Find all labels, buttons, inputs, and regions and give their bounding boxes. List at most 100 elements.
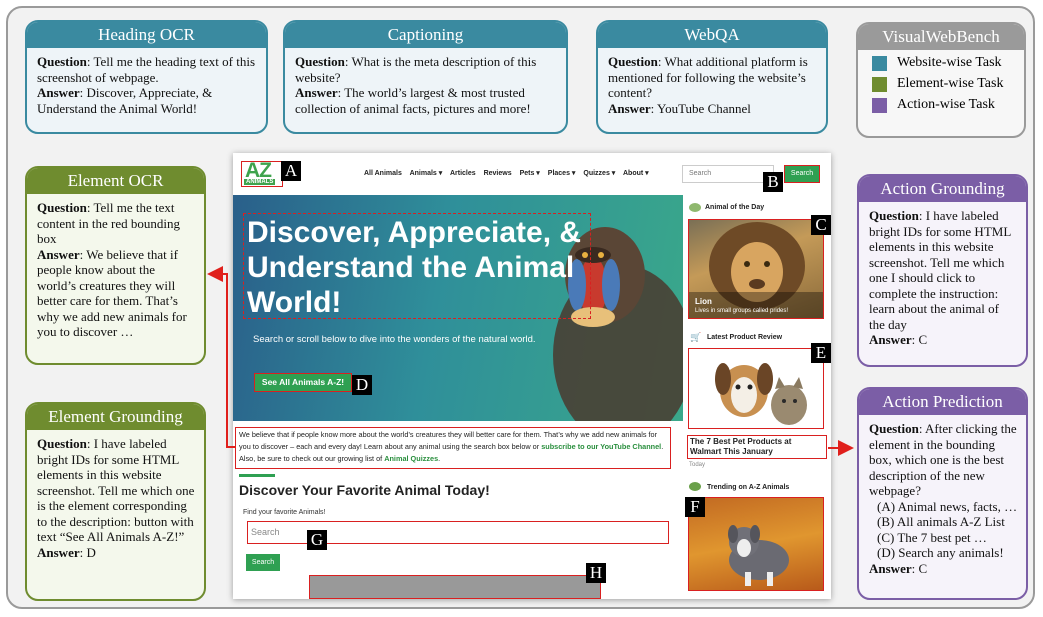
animal-search-button[interactable]: Search: [246, 554, 280, 571]
find-label: Find your favorite Animals!: [243, 509, 326, 516]
card-element-grounding: Element Grounding Question: I have label…: [25, 402, 206, 601]
nav-search-input[interactable]: Search: [682, 165, 774, 183]
id-tag-c: C: [811, 215, 831, 235]
section-accent-bar: [239, 474, 275, 477]
answer-label: Answer: [869, 332, 912, 347]
legend-item-element: Element-wise Task: [872, 76, 1024, 92]
legend-card: VisualWebBench Website-wise Task Element…: [856, 22, 1026, 138]
intro-text-c: .: [438, 454, 441, 463]
lion-caption: Lives in small groups called prides!: [695, 308, 789, 314]
question-label: Question: [295, 54, 345, 69]
answer-text: : D: [79, 544, 96, 560]
card-captioning-body: Question: What is the meta description o…: [285, 48, 566, 120]
answer-text: : YouTube Channel: [650, 100, 751, 116]
legend-label-element: Element-wise Task: [897, 76, 1004, 91]
question-text: : I have labeled bright IDs for some HTM…: [869, 208, 1011, 332]
aotd-label: Animal of the Day: [705, 204, 765, 211]
nav-search-button[interactable]: Search: [784, 165, 820, 183]
puppy-image: [728, 525, 789, 586]
answer-label: Answer: [869, 560, 912, 576]
discover-heading: Discover Your Favorite Animal Today!: [239, 482, 490, 498]
trending-icon: [689, 482, 701, 491]
card-action-prediction: Action Prediction Question: After clicki…: [857, 387, 1028, 600]
card-action-prediction-title: Action Prediction: [859, 389, 1026, 415]
lion-name: Lion: [695, 297, 712, 306]
hero-subtitle: Search or scroll below to dive into the …: [253, 334, 536, 345]
legend-title: VisualWebBench: [858, 24, 1024, 50]
answer-label: Answer: [37, 246, 80, 262]
legend-label-action: Action-wise Task: [897, 97, 995, 112]
hero-banner: Discover, Appreciate, & Understand the A…: [233, 195, 683, 421]
quizzes-link[interactable]: Animal Quizzes: [384, 454, 438, 463]
review-date: Today: [689, 462, 706, 468]
card-captioning-title: Captioning: [285, 22, 566, 48]
question-label: Question: [608, 54, 658, 69]
id-tag-a: A: [281, 161, 301, 181]
trending-image[interactable]: [688, 497, 824, 591]
nav-item[interactable]: Places ▾: [548, 170, 576, 177]
card-webqa: WebQA Question: What additional platform…: [596, 20, 828, 134]
paw-icon: [689, 203, 701, 212]
review-label: Latest Product Review: [707, 334, 783, 341]
animal-of-the-day-card[interactable]: Lion Lives in small groups called prides…: [688, 219, 824, 319]
answer-label: Answer: [37, 85, 80, 100]
card-heading-ocr: Heading OCR Question: Tell me the headin…: [25, 20, 268, 134]
nav-items: All Animals Animals ▾ Articles Reviews P…: [364, 169, 655, 177]
review-link[interactable]: The 7 Best Pet Products at Walmart This …: [687, 435, 827, 459]
legend-label-website: Website-wise Task: [897, 55, 1002, 70]
see-all-animals-button[interactable]: See All Animals A-Z!: [254, 373, 352, 392]
cart-icon: 🛒: [690, 332, 702, 342]
card-action-prediction-body: Question: After clicking the element in …: [859, 415, 1026, 580]
legend-swatch-element: [872, 76, 887, 92]
card-element-grounding-title: Element Grounding: [27, 404, 204, 430]
gray-content-block[interactable]: [309, 575, 601, 599]
site-logo[interactable]: AZ ANIMALS: [241, 159, 283, 187]
card-heading-ocr-body: Question: Tell me the heading text of th…: [27, 48, 266, 120]
hero-title: Discover, Appreciate, & Understand the A…: [247, 216, 582, 319]
nav-item[interactable]: Animals ▾: [410, 170, 443, 177]
card-element-ocr-body: Question: Tell me the text content in th…: [27, 194, 204, 344]
option-c: (C) The 7 best pet …: [877, 529, 987, 545]
dog-and-cat-image: [715, 363, 807, 425]
youtube-link[interactable]: subscribe to our YouTube Channel: [541, 442, 661, 451]
answer-text: : C: [911, 560, 928, 576]
card-element-ocr-title: Element OCR: [27, 168, 204, 194]
nav-item[interactable]: All Animals: [364, 170, 402, 177]
nav-item[interactable]: Reviews: [484, 170, 512, 177]
card-webqa-body: Question: What additional platform is me…: [598, 48, 826, 120]
question-label: Question: [869, 208, 919, 223]
id-tag-f: F: [685, 497, 705, 517]
nav-item[interactable]: About ▾: [623, 170, 649, 177]
id-tag-g: G: [307, 530, 327, 550]
answer-label: Answer: [37, 544, 80, 560]
question-label: Question: [869, 421, 919, 436]
trending-label: Trending on A-Z Animals: [707, 484, 790, 491]
legend-swatch-website: [872, 55, 887, 71]
card-element-grounding-body: Question: I have labeled bright IDs for …: [27, 430, 204, 564]
site-nav: AZ ANIMALS All Animals Animals ▾ Article…: [233, 153, 831, 195]
answer-label: Answer: [608, 100, 651, 116]
id-tag-h: H: [586, 563, 606, 583]
card-webqa-title: WebQA: [598, 22, 826, 48]
nav-item[interactable]: Pets ▾: [520, 170, 540, 177]
logo-sub: ANIMALS: [244, 179, 276, 185]
card-action-grounding: Action Grounding Question: I have labele…: [857, 174, 1028, 367]
option-d: (D) Search any animals!: [877, 545, 1004, 560]
question-label: Question: [37, 200, 87, 215]
card-action-grounding-body: Question: I have labeled bright IDs for …: [859, 202, 1026, 352]
website-screenshot: AZ ANIMALS All Animals Animals ▾ Article…: [233, 153, 831, 599]
question-label: Question: [37, 54, 87, 69]
legend-item-website: Website-wise Task: [872, 55, 1024, 71]
id-tag-b: B: [763, 172, 783, 192]
card-element-ocr: Element OCR Question: Tell me the text c…: [25, 166, 206, 365]
legend-swatch-action: [872, 97, 887, 113]
nav-item[interactable]: Articles: [450, 170, 476, 177]
option-b: (B) All animals A-Z List: [877, 514, 1005, 529]
nav-item[interactable]: Quizzes ▾: [583, 170, 615, 177]
sidebar: Animal of the Day Lion Lives in small gr…: [683, 195, 831, 599]
card-captioning: Captioning Question: What is the meta de…: [283, 20, 568, 134]
answer-label: Answer: [295, 85, 338, 100]
legend-item-action: Action-wise Task: [872, 97, 1024, 113]
option-a: (A) Animal news, facts, …: [877, 498, 1018, 514]
product-review-image[interactable]: [688, 348, 824, 429]
